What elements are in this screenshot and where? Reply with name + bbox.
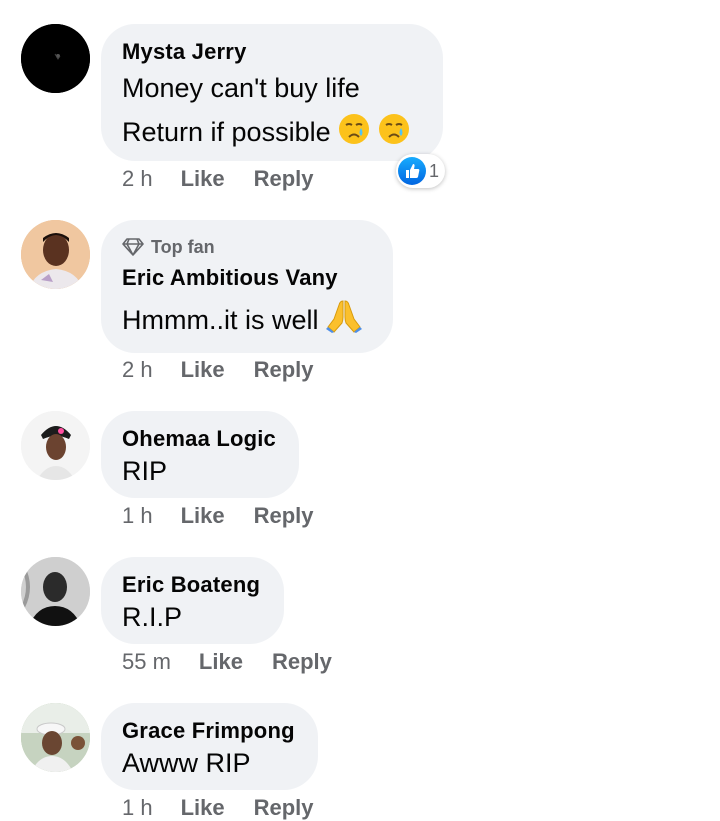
reply-button[interactable]: Reply bbox=[254, 503, 314, 529]
avatar[interactable] bbox=[21, 220, 90, 289]
comment-actions: 2 h Like Reply bbox=[122, 357, 343, 383]
comment-timestamp[interactable]: 1 h bbox=[122, 795, 153, 821]
person-avatar-icon bbox=[21, 703, 90, 772]
avatar[interactable] bbox=[21, 557, 90, 626]
comment-bubble: Eric Boateng R.I.P bbox=[101, 557, 284, 644]
comment-timestamp[interactable]: 2 h bbox=[122, 166, 153, 192]
like-button[interactable]: Like bbox=[181, 166, 225, 192]
avatar[interactable] bbox=[21, 24, 90, 93]
person-avatar-icon bbox=[21, 220, 90, 289]
reply-button[interactable]: Reply bbox=[272, 649, 332, 675]
comment-actions: 2 h Like Reply bbox=[122, 166, 343, 192]
reply-button[interactable]: Reply bbox=[254, 795, 314, 821]
comment-author[interactable]: Grace Frimpong bbox=[122, 717, 296, 745]
comment-author[interactable]: Mysta Jerry bbox=[122, 38, 421, 66]
comment-bubble: Ohemaa Logic RIP bbox=[101, 411, 299, 498]
comment-text: Awww RIP bbox=[122, 748, 251, 778]
comment-bubble: Mysta Jerry Money can't buy life Return … bbox=[101, 24, 443, 161]
diamond-icon bbox=[122, 238, 144, 256]
comment-author[interactable]: Eric Ambitious Vany bbox=[122, 264, 371, 292]
comment-bubble: Grace Frimpong Awww RIP bbox=[101, 703, 318, 790]
comment-actions: 1 h Like Reply bbox=[122, 503, 343, 529]
like-button[interactable]: Like bbox=[199, 649, 243, 675]
comment-bubble: Top fan Eric Ambitious Vany Hmmm..it is … bbox=[101, 220, 393, 353]
avatar[interactable] bbox=[21, 703, 90, 772]
top-fan-badge: Top fan bbox=[122, 234, 371, 260]
comment-text: R.I.P bbox=[122, 602, 183, 632]
comment-actions: 1 h Like Reply bbox=[122, 795, 343, 821]
like-reaction-icon bbox=[398, 157, 426, 185]
reply-button[interactable]: Reply bbox=[254, 166, 314, 192]
comment-author[interactable]: Eric Boateng bbox=[122, 571, 262, 599]
like-button[interactable]: Like bbox=[181, 503, 225, 529]
comment-text: RIP bbox=[122, 456, 168, 486]
comment-text-line: Money can't buy life bbox=[122, 73, 360, 103]
badge-label: Top fan bbox=[151, 236, 215, 257]
like-button[interactable]: Like bbox=[181, 795, 225, 821]
like-button[interactable]: Like bbox=[181, 357, 225, 383]
crying-face-icon bbox=[378, 113, 410, 158]
reaction-count: 1 bbox=[429, 160, 440, 181]
avatar[interactable] bbox=[21, 411, 90, 480]
reaction-summary[interactable]: 1 bbox=[396, 154, 446, 188]
crying-face-icon bbox=[338, 113, 370, 158]
dark-avatar-icon bbox=[21, 24, 90, 93]
person-avatar-icon bbox=[21, 411, 90, 480]
comment-timestamp[interactable]: 55 m bbox=[122, 649, 171, 675]
comment-timestamp[interactable]: 1 h bbox=[122, 503, 153, 529]
comment-text-content: Hmmm..it is well bbox=[122, 305, 319, 335]
comment-text-line: Return if possible bbox=[122, 110, 421, 158]
comment-actions: 55 m Like Reply bbox=[122, 649, 361, 675]
folded-hands-icon bbox=[326, 299, 363, 346]
person-avatar-icon bbox=[21, 557, 90, 626]
comment-timestamp[interactable]: 2 h bbox=[122, 357, 153, 383]
comment-author[interactable]: Ohemaa Logic bbox=[122, 425, 277, 453]
reply-button[interactable]: Reply bbox=[254, 357, 314, 383]
comment-text-line-2: Return if possible bbox=[122, 117, 331, 147]
comment-text: Hmmm..it is well bbox=[122, 298, 371, 346]
